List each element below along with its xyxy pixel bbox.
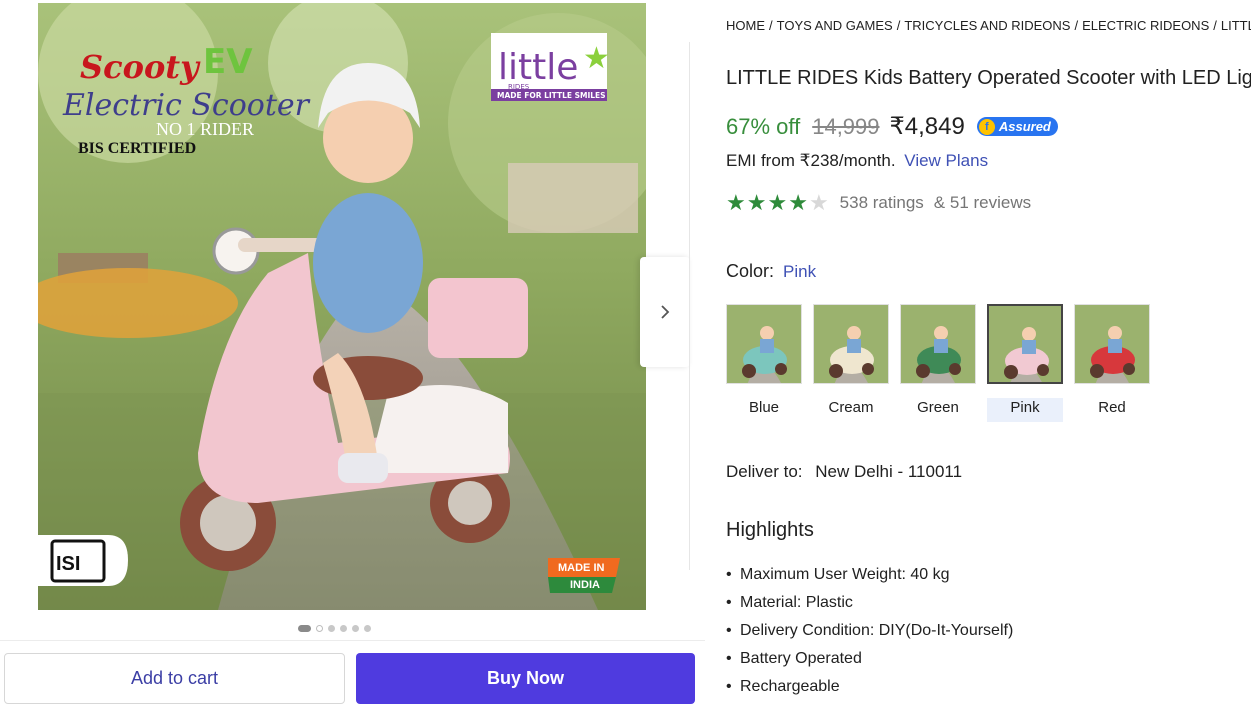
breadcrumb-tricycles[interactable]: TRICYCLES AND RIDEONS [904, 18, 1070, 33]
breadcrumb: HOME / TOYS AND GAMES / TRICYCLES AND RIDEON… [726, 18, 1251, 33]
isi-text: ISI [56, 553, 80, 575]
selling-price: ₹4,849 [889, 113, 965, 140]
swatch-label: Pink [987, 398, 1063, 422]
assured-badge: f Assured [976, 117, 1058, 136]
chevron-right-icon [661, 305, 670, 319]
color-option-red[interactable]: Red [1074, 304, 1150, 422]
product-gallery: Scooty EV Electric Scooter NO 1 RIDER BI… [0, 0, 705, 716]
highlight-item: • Maximum User Weight: 40 kg [726, 566, 950, 583]
breadcrumb-home[interactable]: HOME [726, 18, 765, 33]
image-brand-ev: EV [203, 42, 253, 82]
action-bar: Add to cart Buy Now [0, 640, 705, 716]
vertical-divider [689, 42, 690, 570]
highlights-list: • Maximum User Weight: 40 kg • Material: P… [726, 563, 1013, 703]
carousel-dot[interactable] [340, 625, 347, 632]
breadcrumb-brand[interactable]: LITTLE RIDES ELECTRIC RIDEONS [1221, 18, 1251, 33]
discount-percent: 67% off [726, 113, 801, 139]
next-image-button[interactable] [640, 257, 690, 367]
emi-text: EMI from ₹238/month. [726, 151, 896, 170]
star-filled-icon: ★ [767, 190, 788, 215]
highlight-text: Material: Plastic [740, 594, 853, 611]
star-empty-icon: ★ [808, 190, 829, 215]
reviews-count[interactable]: & 51 reviews [934, 193, 1031, 213]
star-filled-icon: ★ [788, 190, 808, 215]
image-brand-script: Scooty [80, 48, 201, 86]
swatch-label: Cream [828, 399, 874, 416]
deliver-label: Deliver to: [726, 462, 803, 481]
assured-label: Assured [998, 119, 1051, 134]
buy-now-button[interactable]: Buy Now [356, 653, 695, 704]
color-option-pink[interactable]: Pink [987, 304, 1063, 422]
image-bis: BIS CERTIFIED [78, 140, 196, 157]
color-option-blue[interactable]: Blue [726, 304, 802, 422]
emi-info: EMI from ₹238/month. View Plans [726, 151, 988, 171]
carousel-dot[interactable] [328, 625, 335, 632]
carousel-dot[interactable] [352, 625, 359, 632]
color-swatches: Blue Cream Green Pink Red [726, 304, 1150, 422]
star-logo-icon: ★ [583, 42, 610, 75]
product-main-image[interactable]: Scooty EV Electric Scooter NO 1 RIDER BI… [38, 3, 646, 610]
swatch-thumbnail [900, 304, 976, 384]
deliver-pincode: New Delhi - 110011 [815, 462, 963, 481]
star-filled-icon: ★ [726, 190, 746, 215]
carousel-dot[interactable] [316, 625, 323, 632]
carousel-dot[interactable] [364, 625, 371, 632]
image-no1: NO 1 RIDER [156, 119, 254, 139]
price-row: 67% off 14,999 ₹4,849 f Assured [726, 112, 1058, 141]
breadcrumb-toys[interactable]: TOYS AND GAMES [777, 18, 893, 33]
product-title: LITTLE RIDES Kids Battery Operated Scoot… [726, 67, 1251, 89]
color-option-cream[interactable]: Cream [813, 304, 889, 422]
add-to-cart-button[interactable]: Add to cart [4, 653, 345, 704]
made-in-text: MADE IN [558, 562, 605, 574]
swatch-label: Blue [748, 399, 780, 416]
assured-icon: f [978, 118, 995, 135]
highlight-text: Maximum User Weight: 40 kg [740, 566, 950, 583]
highlight-item: • Battery Operated [726, 650, 862, 667]
selected-color: Pink [783, 262, 817, 281]
highlight-text: Battery Operated [740, 650, 862, 667]
view-plans-link[interactable]: View Plans [904, 151, 988, 170]
highlight-item: • Rechargeable [726, 678, 840, 695]
swatch-thumbnail [987, 304, 1063, 384]
rating-row: ★ ★ ★ ★ ★ 538 ratings & 51 reviews [726, 192, 1031, 214]
star-filled-icon: ★ [746, 190, 767, 215]
highlight-text: Rechargeable [740, 678, 840, 695]
original-price: 14,999 [812, 113, 880, 139]
highlight-text: Delivery Condition: DIY(Do-It-Yourself) [740, 622, 1014, 639]
logo-tagline: MADE FOR LITTLE SMILES [497, 91, 606, 100]
delivery-location[interactable]: Deliver to: New Delhi - 110011 [726, 462, 962, 482]
swatch-label: Green [917, 399, 959, 416]
swatch-label: Red [1098, 399, 1126, 416]
swatch-thumbnail [813, 304, 889, 384]
india-text: INDIA [570, 579, 600, 591]
ratings-count[interactable]: 538 ratings [840, 193, 924, 213]
breadcrumb-electric[interactable]: ELECTRIC RIDEONS [1082, 18, 1209, 33]
swatch-thumbnail [726, 304, 802, 384]
color-label-text: Color: [726, 261, 775, 281]
color-option-green[interactable]: Green [900, 304, 976, 422]
highlights-heading: Highlights [726, 519, 814, 541]
logo-text: little [498, 47, 578, 88]
carousel-dot[interactable] [298, 625, 311, 632]
color-selector-label: Color: Pink [726, 261, 816, 282]
carousel-dots [298, 625, 371, 632]
image-subtitle: Electric Scooter [62, 88, 311, 123]
highlight-item: • Delivery Condition: DIY(Do-It-Yourself) [726, 622, 1014, 639]
product-details: HOME / TOYS AND GAMES / TRICYCLES AND RIDEON… [726, 0, 1251, 716]
highlight-item: • Material: Plastic [726, 594, 853, 611]
swatch-thumbnail [1074, 304, 1150, 384]
